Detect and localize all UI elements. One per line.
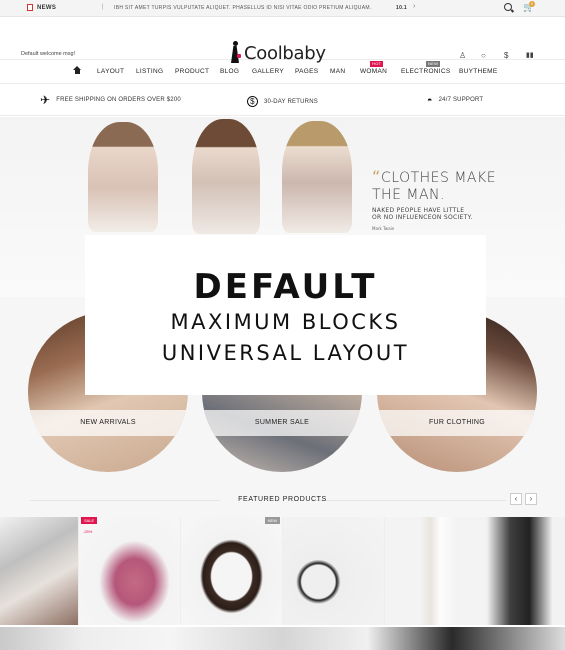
nav-item-buytheme[interactable]: BUYTHEME (459, 68, 498, 75)
service-support: ◓ 24/7 SUPPORT (427, 95, 484, 105)
news-ticker[interactable]: IBH SIT AMET TURPIS VULPUTATE ALIQUET. P… (114, 5, 371, 11)
hero-quote: “ CLOTHES MAKE THE MAN. NAKED PEOPLE HAV… (372, 167, 497, 231)
hero-model-image (192, 119, 260, 234)
hero-model-image (282, 121, 352, 233)
ticker-separator: | (102, 4, 104, 10)
quote-sub2: OR NO INFLUENCEON SOCIETY. (372, 214, 473, 221)
account-icon[interactable]: ♙ (459, 51, 466, 60)
welcome-message: Default welcome msg! (21, 51, 76, 57)
nav-item-layout[interactable]: LAYOUT (97, 68, 124, 75)
hero-model-image (88, 122, 158, 232)
airplane-icon: ✈ (40, 93, 51, 107)
product-row-2 (0, 627, 565, 650)
nav-item-woman[interactable]: WOMAN (360, 68, 387, 75)
dollar-circle-icon: $ (247, 96, 258, 107)
nav-item-listing[interactable]: LISTING (136, 68, 163, 75)
product-grid: SALE -25% NEW (0, 517, 565, 650)
hot-badge: HOT (370, 61, 384, 67)
compare-icon[interactable]: ▮▮ (526, 51, 534, 59)
cart-count-badge: 0 (529, 1, 535, 7)
services-bar: ✈ FREE SHIPPING ON ORDERS OVER $200 $ 30… (0, 84, 565, 116)
home-icon[interactable] (73, 66, 81, 74)
overlay-line2: MAXIMUM BLOCKS (170, 310, 401, 334)
next-arrow-button[interactable]: › (525, 493, 537, 505)
prev-arrow-button[interactable]: ‹ (510, 493, 522, 505)
header: Default welcome msg! Coolbaby ♙ ○ $ ▮▮ (0, 17, 565, 64)
headset-icon: ◓ (427, 95, 433, 105)
support-text: 24/7 SUPPORT (438, 97, 484, 103)
category-label: NEW ARRIVALS (28, 410, 188, 436)
news-icon (27, 4, 33, 11)
returns-text: 30-DAY RETURNS (264, 98, 318, 105)
product-card[interactable] (283, 517, 385, 625)
nav-item-product[interactable]: PRODUCT (175, 68, 209, 75)
nav-item-pages[interactable]: PAGES (295, 68, 318, 75)
nav-item-gallery[interactable]: GALLERY (252, 68, 284, 75)
news-text: NEWS (37, 4, 57, 11)
top-bar: NEWS | IBH SIT AMET TURPIS VULPUTATE ALI… (0, 0, 565, 17)
product-card[interactable]: NEW (181, 517, 283, 625)
category-label: FUR CLOTHING (377, 410, 537, 436)
currency-icon[interactable]: $ (504, 51, 508, 60)
shipping-text: FREE SHIPPING ON ORDERS OVER $200 (56, 97, 181, 103)
product-card[interactable] (0, 517, 79, 625)
ticker-counter: 10.1 (396, 5, 407, 11)
overlay-title: DEFAULT (193, 267, 378, 307)
nav-item-blog[interactable]: BLOG (220, 68, 239, 75)
news-label: NEWS (27, 4, 56, 11)
category-label: SUMMER SALE (202, 410, 362, 436)
demo-overlay-card: DEFAULT MAXIMUM BLOCKS UNIVERSAL LAYOUT (85, 235, 486, 395)
sale-badge: SALE (81, 517, 98, 524)
product-card[interactable]: SALE -25% (79, 517, 181, 625)
product-card[interactable] (385, 517, 487, 625)
quote-mark-icon: “ (372, 167, 381, 186)
quote-line2: THE MAN. (372, 187, 445, 203)
product-card[interactable] (487, 517, 565, 625)
chat-icon[interactable]: ○ (481, 51, 486, 60)
quote-author: Mark Twain (372, 226, 395, 231)
nav-item-man[interactable]: MAN (330, 68, 345, 75)
search-icon[interactable] (504, 3, 512, 11)
featured-title: FEATURED PRODUCTS (238, 496, 327, 503)
quote-line1: CLOTHES MAKE (381, 170, 497, 186)
ticker-next-icon[interactable]: › (413, 3, 416, 10)
new-badge: NEW (264, 517, 280, 524)
main-nav: LAYOUT LISTING PRODUCT BLOG GALLERY PAGE… (0, 60, 565, 84)
nav-item-electronics[interactable]: ELECTRONICS (401, 68, 451, 75)
featured-header: FEATURED PRODUCTS ‹ › (0, 493, 565, 507)
service-shipping: ✈ FREE SHIPPING ON ORDERS OVER $200 (40, 93, 181, 107)
service-returns: $ 30-DAY RETURNS (247, 96, 318, 107)
discount-label: -25% (83, 529, 93, 534)
overlay-line3: UNIVERSAL LAYOUT (161, 341, 410, 365)
new-badge: NEW (426, 61, 441, 67)
quote-sub1: NAKED PEOPLE HAVE LITTLE (372, 207, 465, 214)
